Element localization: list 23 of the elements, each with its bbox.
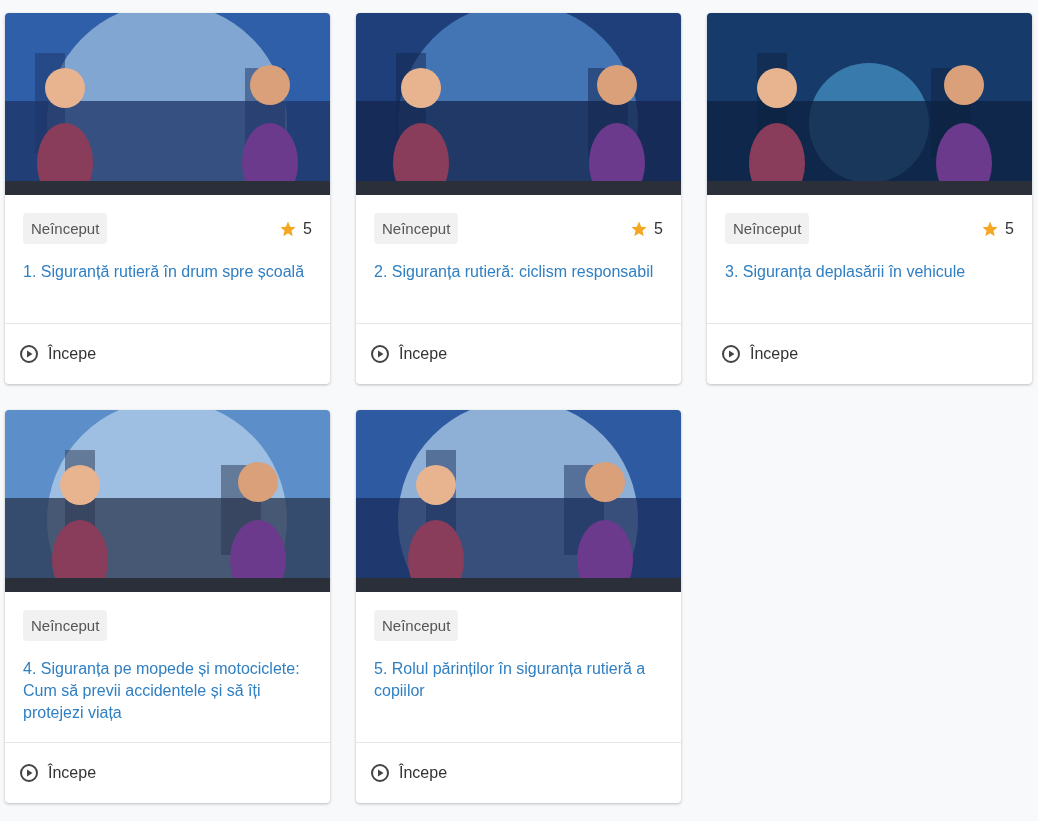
start-button[interactable]: Începe (19, 763, 97, 783)
course-title-link[interactable]: 2. Siguranța rutieră: ciclism responsabil (374, 261, 663, 305)
course-title-link[interactable]: 4. Siguranța pe mopede și motociclete: Cum să previi accidentele și să îți protejezi viața (23, 658, 312, 724)
start-button[interactable]: Începe (721, 344, 799, 364)
start-button[interactable]: Începe (370, 344, 448, 364)
course-title-link[interactable]: 5. Rolul părinților în siguranța rutieră a copiilor (374, 658, 663, 702)
play-icon (19, 344, 39, 364)
course-title-link[interactable]: 1. Siguranță rutieră în drum spre școală (23, 261, 312, 305)
start-button[interactable]: Începe (370, 763, 448, 783)
start-button[interactable]: Începe (19, 344, 97, 364)
rating: 5 (630, 219, 663, 238)
status-badge: Neînceput (23, 213, 108, 244)
play-icon (721, 344, 741, 364)
course-title-link[interactable]: 3. Siguranța deplasării în vehicule (725, 261, 1014, 305)
play-icon (19, 763, 39, 783)
status-badge: Neînceput (23, 610, 108, 641)
status-badge: Neînceput (374, 213, 459, 244)
status-badge: Neînceput (725, 213, 810, 244)
play-icon (370, 763, 390, 783)
rating: 5 (279, 219, 312, 238)
play-icon (370, 344, 390, 364)
rating: 5 (981, 219, 1014, 238)
status-badge: Neînceput (374, 610, 459, 641)
